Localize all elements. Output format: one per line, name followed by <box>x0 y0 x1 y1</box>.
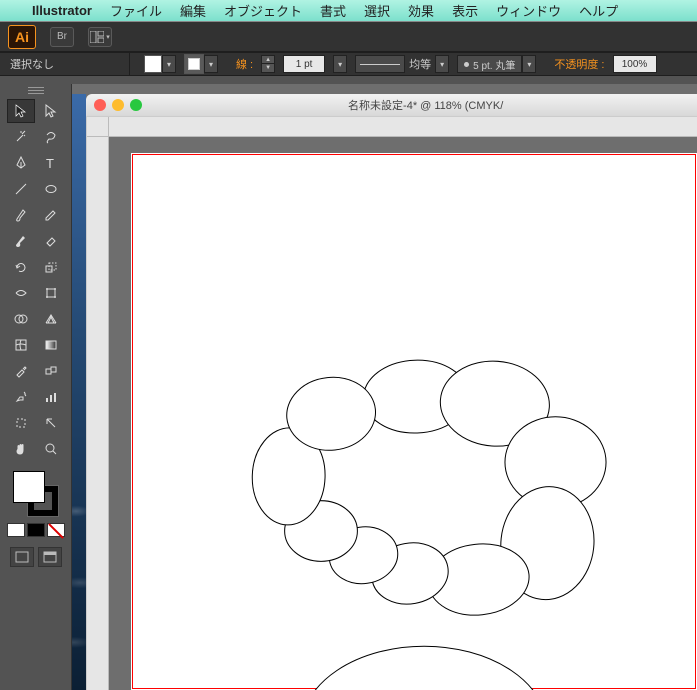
stroke-color-icon <box>184 54 204 74</box>
ruler-origin[interactable] <box>87 117 109 137</box>
fill-square-icon[interactable] <box>13 471 45 503</box>
mesh-tool[interactable] <box>7 333 35 357</box>
perspective-grid-tool[interactable] <box>37 307 65 331</box>
pencil-tool[interactable] <box>37 203 65 227</box>
menu-window[interactable]: ウィンドウ <box>496 1 561 20</box>
blob-brush-tool[interactable] <box>7 229 35 253</box>
menu-help[interactable]: ヘルプ <box>579 1 618 20</box>
stroke-profile-dropdown[interactable]: 均等 ▾ <box>355 55 449 73</box>
menu-edit[interactable]: 編集 <box>180 1 206 20</box>
app-top-bar: Ai Br ▾ <box>0 22 697 52</box>
menu-effect[interactable]: 効果 <box>408 1 434 20</box>
free-transform-tool[interactable] <box>37 281 65 305</box>
control-bar: 選択なし ▾ ▾ 線 : ▲▼ 1 pt ▾ 均等 ▾ 5 pt. 丸筆 ▾ 不… <box>0 52 697 76</box>
bridge-button[interactable]: Br <box>50 27 74 47</box>
chevron-down-icon[interactable]: ▾ <box>333 55 347 73</box>
panel-grip-icon[interactable] <box>21 85 51 95</box>
lasso-tool[interactable] <box>37 125 65 149</box>
chevron-down-icon: ▾ <box>106 33 110 41</box>
fill-color-icon <box>144 55 162 73</box>
rotate-tool[interactable] <box>7 255 35 279</box>
scale-tool[interactable] <box>37 255 65 279</box>
minimize-window-icon[interactable] <box>112 99 124 111</box>
eraser-tool[interactable] <box>37 229 65 253</box>
chevron-down-icon[interactable]: ▾ <box>435 55 449 73</box>
none-mode-button[interactable] <box>47 523 65 537</box>
color-mode-button[interactable] <box>7 523 25 537</box>
menu-file[interactable]: ファイル <box>110 1 162 20</box>
type-tool[interactable]: T <box>37 151 65 175</box>
change-screen-mode-button[interactable] <box>38 547 62 567</box>
arrange-documents-button[interactable]: ▾ <box>88 27 112 47</box>
chevron-down-icon[interactable]: ▾ <box>162 55 176 73</box>
brush-name: 5 pt. 丸筆 <box>473 57 515 72</box>
magic-wand-tool[interactable] <box>7 125 35 149</box>
stroke-profile-label: 均等 <box>409 56 431 72</box>
zoom-tool[interactable] <box>37 437 65 461</box>
line-segment-tool[interactable] <box>7 177 35 201</box>
illustrator-logo-icon[interactable]: Ai <box>8 25 36 49</box>
pen-tool[interactable] <box>7 151 35 175</box>
zoom-window-icon[interactable] <box>130 99 142 111</box>
artboard[interactable] <box>131 153 697 690</box>
paintbrush-tool[interactable] <box>7 203 35 227</box>
artwork-svg <box>131 153 697 690</box>
chevron-down-icon[interactable]: ▾ <box>522 55 536 73</box>
menu-object[interactable]: オブジェクト <box>224 1 302 20</box>
vertical-ruler[interactable] <box>87 137 109 690</box>
artboard-tool[interactable] <box>7 411 35 435</box>
chevron-down-icon[interactable]: ▾ <box>204 55 218 73</box>
fill-stroke-swatch[interactable] <box>11 469 61 519</box>
horizontal-ruler[interactable] <box>109 117 697 137</box>
opacity-field[interactable]: 100% <box>613 55 657 73</box>
tools-panel: T <box>0 84 72 690</box>
hand-tool[interactable] <box>7 437 35 461</box>
normal-screen-mode-button[interactable] <box>10 547 34 567</box>
symbol-sprayer-tool[interactable] <box>7 385 35 409</box>
selection-status: 選択なし <box>10 56 54 72</box>
svg-text:T: T <box>46 156 54 170</box>
desktop-peek <box>72 94 86 690</box>
stroke-weight-stepper[interactable]: ▲▼ <box>261 55 275 73</box>
brush-dot-icon <box>464 62 469 67</box>
width-tool[interactable] <box>7 281 35 305</box>
shape-builder-tool[interactable] <box>7 307 35 331</box>
gradient-tool[interactable] <box>37 333 65 357</box>
canvas[interactable] <box>86 116 697 690</box>
direct-selection-tool[interactable] <box>37 99 65 123</box>
brush-dropdown[interactable]: 5 pt. 丸筆 ▾ <box>457 55 536 73</box>
ellipse-tool[interactable] <box>37 177 65 201</box>
divider <box>0 76 697 84</box>
menu-app-name[interactable]: Illustrator <box>32 3 92 18</box>
stroke-label[interactable]: 線 : <box>236 56 253 72</box>
bridge-label: Br <box>57 31 67 42</box>
document-title: 名称未設定-4* @ 118% (CMYK/ <box>348 97 503 113</box>
menu-select[interactable]: 選択 <box>364 1 390 20</box>
gradient-mode-button[interactable] <box>27 523 45 537</box>
slice-tool[interactable] <box>37 411 65 435</box>
artwork-ellipse[interactable] <box>301 646 548 690</box>
eyedropper-tool[interactable] <box>7 359 35 383</box>
stroke-line-preview-icon <box>355 55 405 73</box>
stroke-swatch[interactable]: ▾ <box>184 54 218 74</box>
selection-tool[interactable] <box>7 99 35 123</box>
document-window-titlebar[interactable]: 名称未設定-4* @ 118% (CMYK/ <box>86 94 697 116</box>
menu-type[interactable]: 書式 <box>320 1 346 20</box>
opacity-label[interactable]: 不透明度 : <box>554 56 604 72</box>
column-graph-tool[interactable] <box>37 385 65 409</box>
menu-view[interactable]: 表示 <box>452 1 478 20</box>
close-window-icon[interactable] <box>94 99 106 111</box>
blend-tool[interactable] <box>37 359 65 383</box>
stroke-weight-field[interactable]: 1 pt <box>283 55 325 73</box>
stage: 名称未設定-4* @ 118% (CMYK/ <box>72 84 697 690</box>
fill-swatch[interactable]: ▾ <box>144 55 176 73</box>
mac-menu-bar: Illustrator ファイル 編集 オブジェクト 書式 選択 効果 表示 ウ… <box>0 0 697 22</box>
